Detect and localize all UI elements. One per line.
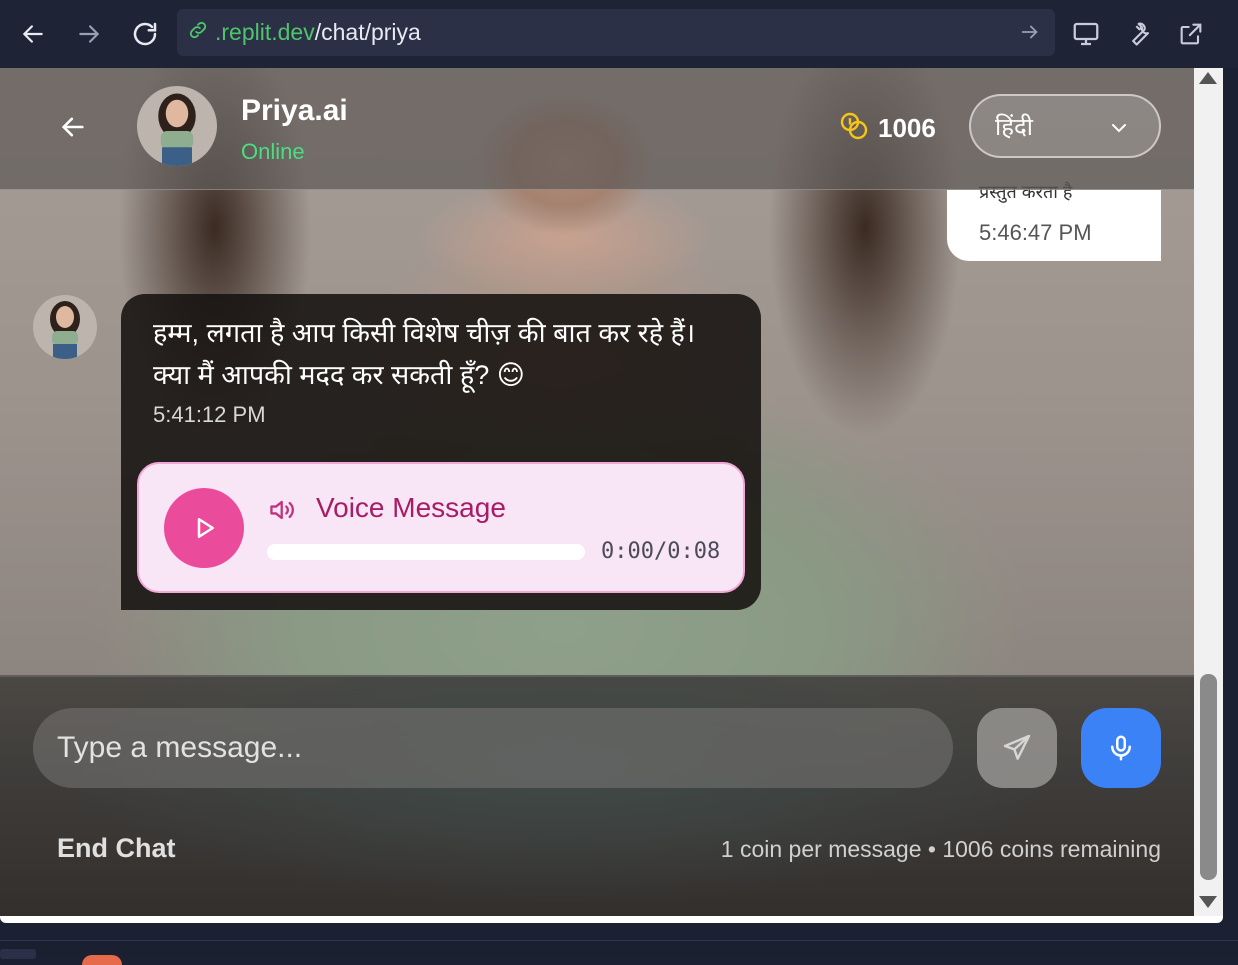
coin-info-text: 1 coin per message • 1006 coins remainin…	[720, 836, 1161, 862]
browser-forward-icon[interactable]	[69, 14, 109, 54]
taskbar	[0, 940, 1238, 965]
link-icon	[187, 19, 209, 46]
scroll-up-icon[interactable]	[1199, 72, 1217, 84]
browser-toolbar: .replit.dev/chat/priya	[0, 0, 1238, 68]
coin-count: 1006	[878, 113, 936, 143]
profile-avatar[interactable]	[137, 86, 217, 166]
coin-balance: 1006	[838, 110, 936, 147]
scrollbar-thumb[interactable]	[1200, 674, 1217, 880]
voice-message-title: Voice Message	[316, 492, 506, 523]
play-icon	[197, 518, 214, 538]
mic-icon	[1111, 735, 1131, 761]
user-message-time: 5:46:47 PM	[979, 220, 1092, 245]
coins-icon	[838, 110, 870, 147]
browser-back-icon[interactable]	[13, 14, 53, 54]
devices-icon[interactable]	[1066, 14, 1106, 54]
page-viewport: प्रस्तुत करता है 5:46:47 PM हम्म, लगता ह…	[0, 68, 1223, 923]
taskbar-app-icon[interactable]	[82, 955, 122, 965]
speaker-icon	[268, 496, 300, 529]
user-message-bubble: प्रस्तुत करता है 5:46:47 PM	[947, 182, 1161, 261]
audio-time: 0:00/0:08	[601, 539, 721, 564]
wrench-icon[interactable]	[1119, 14, 1159, 54]
open-external-icon[interactable]	[1171, 14, 1211, 54]
scroll-down-icon[interactable]	[1199, 896, 1217, 908]
chevron-down-icon	[1107, 116, 1131, 145]
chat-header: Priya.ai Online 1006 हिंदी	[0, 68, 1194, 190]
mic-button[interactable]	[1081, 708, 1161, 788]
voice-message-player: Voice Message 0:00/0:08	[137, 462, 745, 593]
message-input[interactable]	[33, 708, 953, 788]
go-arrow-icon[interactable]	[1019, 21, 1041, 48]
url-domain: .replit.dev	[215, 19, 315, 45]
ai-avatar	[33, 295, 97, 359]
language-select[interactable]: हिंदी	[969, 94, 1161, 158]
ai-message-bubble: हम्म, लगता है आप किसी विशेष चीज़ की बात …	[121, 294, 761, 610]
language-value: हिंदी	[995, 113, 1033, 141]
chat-app: प्रस्तुत करता है 5:46:47 PM हम्म, लगता ह…	[0, 68, 1194, 916]
end-chat-button[interactable]: End Chat	[57, 833, 176, 864]
audio-progress-bar[interactable]	[267, 544, 585, 560]
page-scrollbar[interactable]	[1194, 68, 1223, 916]
back-arrow-icon	[61, 117, 84, 137]
ai-message-text: हम्म, लगता है आप किसी विशेष चीज़ की बात …	[153, 318, 696, 390]
url-path: /chat/priya	[314, 19, 421, 45]
browser-reload-icon[interactable]	[125, 14, 165, 54]
ai-message-time: 5:41:12 PM	[153, 402, 266, 427]
play-button[interactable]	[164, 488, 244, 568]
send-icon	[1003, 734, 1031, 760]
contact-name: Priya.ai	[241, 94, 348, 127]
back-button[interactable]	[52, 106, 94, 148]
online-status: Online	[241, 139, 305, 164]
send-button[interactable]	[977, 708, 1057, 788]
address-bar[interactable]: .replit.dev/chat/priya	[177, 9, 1055, 56]
